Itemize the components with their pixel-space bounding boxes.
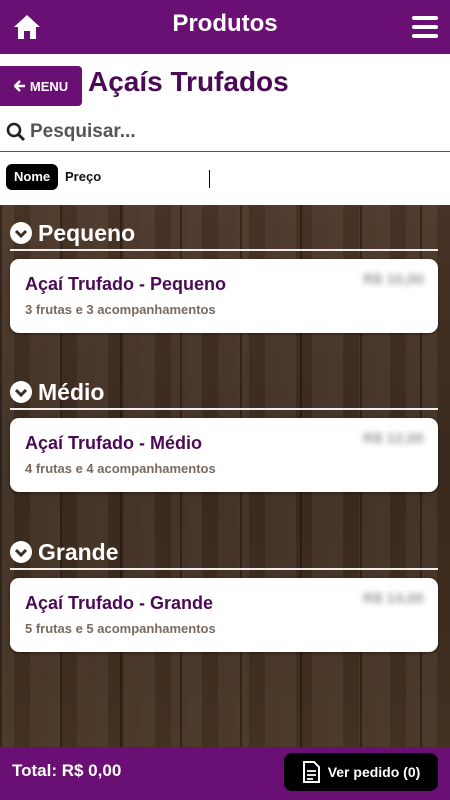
section-title: Pequeno	[38, 219, 136, 246]
sub-header: MENU Açaís Trufados	[0, 54, 450, 110]
product-price: R$ 14,00	[363, 590, 424, 607]
menu-button-label: MENU	[29, 78, 69, 94]
product-description: 4 frutas e 4 acompanhamentos	[25, 461, 216, 476]
section-medio: Médio Açaí Trufado - Médio 4 frutas e 4 …	[10, 376, 438, 492]
product-name: Açaí Trufado - Médio	[25, 433, 203, 453]
sort-divider	[209, 170, 210, 188]
product-name: Açaí Trufado - Grande	[25, 593, 214, 613]
order-total: Total: R$ 0,00	[12, 761, 122, 780]
chevron-down-icon	[10, 381, 32, 403]
top-app-bar: Produtos	[0, 0, 450, 54]
product-card[interactable]: Açaí Trufado - Pequeno 3 frutas e 3 acom…	[10, 259, 438, 333]
search-input[interactable]	[30, 118, 430, 146]
sort-by-price-button[interactable]: Preço	[65, 169, 101, 184]
view-order-button[interactable]: Ver pedido (0)	[284, 753, 438, 791]
product-card[interactable]: Açaí Trufado - Grande 5 frutas e 5 acomp…	[10, 578, 438, 652]
product-name: Açaí Trufado - Pequeno	[25, 274, 227, 294]
chevron-down-icon	[10, 222, 32, 244]
app-title: Produtos	[172, 10, 278, 37]
section-title: Grande	[38, 538, 119, 565]
product-price: R$ 12,00	[363, 430, 424, 447]
hamburger-icon[interactable]	[412, 16, 438, 38]
chevron-down-icon	[10, 541, 32, 563]
product-description: 3 frutas e 3 acompanhamentos	[25, 302, 216, 317]
product-list[interactable]: Pequeno Açaí Trufado - Pequeno 3 frutas …	[0, 205, 450, 747]
section-title: Médio	[38, 378, 105, 405]
product-price: R$ 10,00	[363, 271, 424, 288]
sort-by-name-button[interactable]: Nome	[6, 164, 59, 190]
product-card[interactable]: Açaí Trufado - Médio 4 frutas e 4 acompa…	[10, 418, 438, 492]
search-bar	[0, 112, 450, 152]
section-header[interactable]: Pequeno	[10, 217, 438, 251]
bottom-bar: Total: R$ 0,00 Ver pedido (0)	[0, 747, 450, 800]
back-to-menu-button[interactable]: MENU	[0, 66, 82, 106]
product-description: 5 frutas e 5 acompanhamentos	[25, 621, 216, 636]
document-icon	[302, 761, 320, 783]
section-header[interactable]: Médio	[10, 376, 438, 410]
arrow-left-icon	[13, 80, 25, 92]
section-header[interactable]: Grande	[10, 536, 438, 570]
page-title: Açaís Trufados	[88, 66, 289, 97]
section-grande: Grande Açaí Trufado - Grande 5 frutas e …	[10, 536, 438, 652]
section-pequeno: Pequeno Açaí Trufado - Pequeno 3 frutas …	[10, 217, 438, 333]
sort-bar: Nome Preço	[0, 152, 450, 205]
search-icon	[6, 122, 26, 142]
view-order-label: Ver pedido (0)	[327, 764, 421, 780]
